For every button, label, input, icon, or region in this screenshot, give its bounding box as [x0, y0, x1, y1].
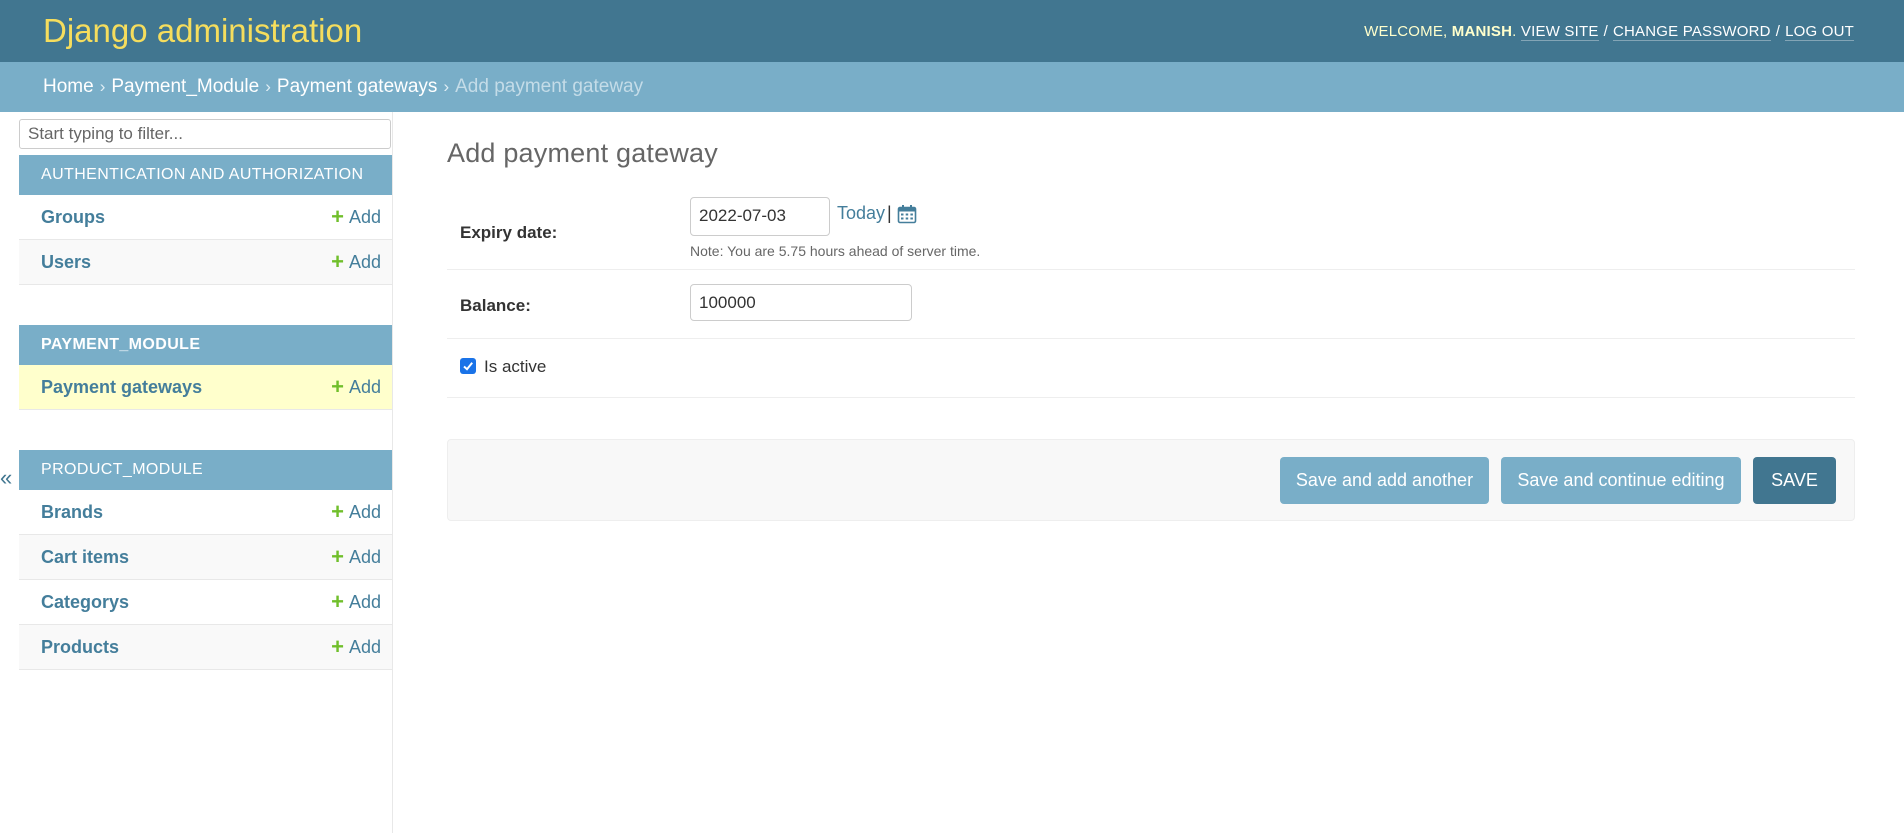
is-active-checkbox[interactable]: [460, 358, 476, 374]
sidebar-item-cart-items: Cart items + Add: [19, 535, 392, 580]
breadcrumb-separator: ›: [265, 77, 271, 96]
add-label: Add: [348, 546, 381, 567]
add-label: Add: [348, 376, 381, 397]
view-site-link[interactable]: VIEW SITE: [1520, 22, 1599, 41]
sidebar-item-link[interactable]: Payment gateways: [41, 377, 202, 398]
module-caption[interactable]: PAYMENT_MODULE: [19, 325, 392, 365]
add-products-link[interactable]: + Add: [331, 636, 381, 658]
sidebar-item-link[interactable]: Brands: [41, 502, 103, 523]
balance-row: Balance: 100000: [447, 270, 1855, 339]
nav-sidebar: AUTHENTICATION AND AUTHORIZATION Groups …: [19, 112, 393, 833]
timezone-help-text: Note: You are 5.75 hours ahead of server…: [690, 243, 981, 259]
plus-icon: +: [331, 249, 344, 274]
change-password-link[interactable]: CHANGE PASSWORD: [1612, 22, 1771, 41]
plus-icon: +: [331, 374, 344, 399]
plus-icon: +: [331, 544, 344, 569]
add-label: Add: [348, 206, 381, 227]
plus-icon: +: [331, 204, 344, 229]
site-branding[interactable]: Django administration: [43, 12, 362, 50]
add-groups-link[interactable]: + Add: [331, 206, 381, 228]
sidebar-item-link[interactable]: Products: [41, 637, 119, 658]
today-link[interactable]: Today: [837, 203, 885, 224]
page-title: Add payment gateway: [447, 138, 718, 168]
sidebar-item-payment-gateways: Payment gateways + Add: [19, 365, 392, 410]
expiry-date-label: Expiry date:: [460, 223, 558, 242]
plus-icon: +: [331, 589, 344, 614]
calendar-icon[interactable]: [897, 204, 917, 224]
add-brands-link[interactable]: + Add: [331, 501, 381, 523]
breadcrumb-separator: ›: [443, 77, 450, 96]
expiry-date-row: Expiry date: 2022-07-03 Today | Note: Yo…: [447, 197, 1855, 270]
separator: /: [1603, 22, 1608, 40]
add-label: Add: [348, 251, 381, 272]
add-label: Add: [348, 501, 381, 522]
module-authentication: AUTHENTICATION AND AUTHORIZATION Groups …: [19, 155, 392, 285]
module-caption[interactable]: AUTHENTICATION AND AUTHORIZATION: [19, 155, 392, 195]
add-form: Expiry date: 2022-07-03 Today | Note: Yo…: [447, 197, 1855, 398]
save-and-add-another-button[interactable]: Save and add another: [1280, 456, 1489, 504]
checkmark-icon: [463, 362, 473, 371]
breadcrumb-current: Add payment gateway: [455, 76, 644, 97]
sidebar-item-link[interactable]: Groups: [41, 207, 105, 228]
add-payment-gateways-link[interactable]: + Add: [331, 376, 381, 398]
save-button[interactable]: SAVE: [1753, 456, 1836, 504]
add-label: Add: [348, 591, 381, 612]
submit-row: Save and add another Save and continue e…: [447, 439, 1855, 521]
welcome-punct: .: [1512, 22, 1521, 40]
breadcrumb-home[interactable]: Home: [43, 76, 94, 98]
add-categorys-link[interactable]: + Add: [331, 591, 381, 613]
balance-input[interactable]: 100000: [690, 284, 912, 321]
plus-icon: +: [331, 499, 344, 524]
module-caption[interactable]: PRODUCT_MODULE: [19, 450, 392, 490]
module-payment: PAYMENT_MODULE Payment gateways + Add: [19, 325, 392, 410]
expiry-date-input[interactable]: 2022-07-03: [690, 197, 830, 236]
sidebar-item-brands: Brands + Add: [19, 490, 392, 535]
breadcrumb: Home › Payment_Module › Payment gateways…: [0, 62, 1904, 112]
breadcrumb-separator: ›: [99, 77, 106, 96]
separator: /: [1775, 22, 1781, 40]
sidebar-item-link[interactable]: Users: [41, 252, 91, 273]
log-out-link[interactable]: LOG OUT: [1785, 22, 1854, 41]
plus-icon: +: [331, 634, 344, 659]
add-cart-items-link[interactable]: + Add: [331, 546, 381, 568]
add-label: Add: [348, 636, 381, 657]
module-product: PRODUCT_MODULE Brands + Add Cart items + A…: [19, 450, 392, 670]
add-users-link[interactable]: + Add: [331, 251, 381, 273]
sidebar-item-products: Products + Add: [19, 625, 392, 670]
sidebar-filter-input[interactable]: [19, 119, 391, 149]
content-area: Add payment gateway Expiry date: 2022-07…: [447, 112, 1855, 521]
save-and-continue-button[interactable]: Save and continue editing: [1501, 456, 1741, 504]
user-tools: WELCOME, MANISH. VIEW SITE / CHANGE PASSWO…: [1364, 22, 1854, 41]
username: MANISH: [1451, 22, 1513, 40]
balance-label: Balance:: [460, 296, 531, 315]
breadcrumb-model[interactable]: Payment gateways: [277, 76, 438, 98]
is-active-label[interactable]: Is active: [484, 357, 546, 377]
welcome-text: WELCOME,: [1364, 22, 1452, 40]
toggle-sidebar-button[interactable]: «: [0, 467, 12, 489]
sidebar-item-groups: Groups + Add: [19, 195, 392, 240]
sidebar-item-link[interactable]: Categorys: [41, 592, 129, 613]
main-container: « AUTHENTICATION AND AUTHORIZATION Group…: [0, 112, 1904, 833]
sidebar-item-categorys: Categorys + Add: [19, 580, 392, 625]
breadcrumb-module[interactable]: Payment_Module: [111, 76, 259, 98]
shortcut-separator: |: [887, 203, 892, 223]
site-header: Django administration WELCOME, MANISH. V…: [0, 0, 1904, 62]
sidebar-item-link[interactable]: Cart items: [41, 547, 129, 568]
sidebar-item-users: Users + Add: [19, 240, 392, 285]
is-active-row: Is active: [447, 339, 1855, 398]
